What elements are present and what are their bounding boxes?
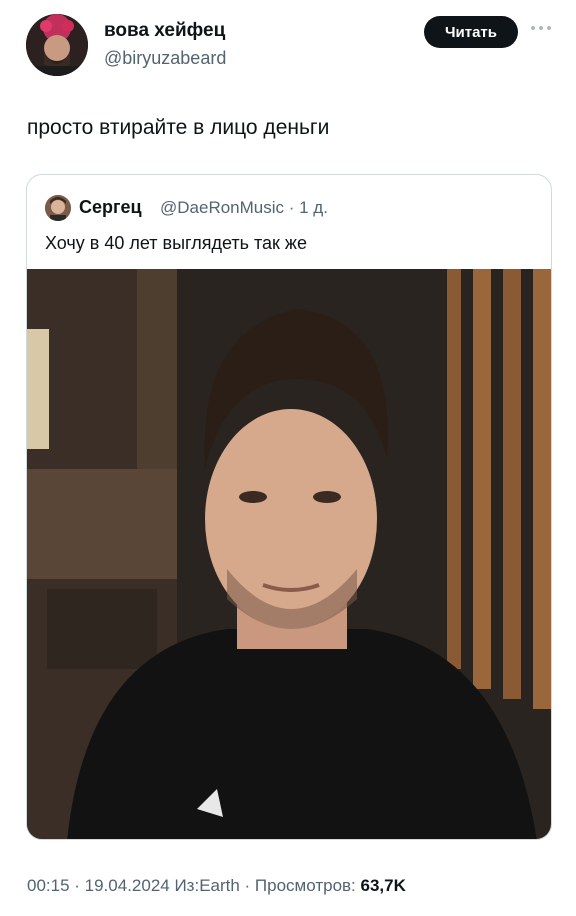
tweet-header: вова хейфец @biryuzabeard Читать (0, 0, 576, 90)
photo-portrait-icon[interactable] (27, 269, 551, 839)
author-handle[interactable]: @biryuzabeard (104, 48, 226, 69)
view-count: 63,7K (360, 876, 406, 895)
quoted-tweet-text: Хочу в 40 лет выглядеть так же (45, 233, 307, 253)
more-options-icon[interactable] (530, 24, 552, 32)
quoted-author-handle-time[interactable]: @DaeRonMusic · 1 д. (160, 198, 328, 218)
quoted-author-avatar-icon[interactable] (45, 195, 71, 221)
author-display-name[interactable]: вова хейфец (104, 20, 225, 42)
tweet-text: просто втирайте в лицо деньги (27, 116, 330, 139)
user-avatar-icon[interactable] (26, 14, 88, 76)
follow-button[interactable]: Читать (424, 16, 518, 48)
tweet-timestamp[interactable]: 00:15 · 19.04.2024 Из:Earth · Просмотров… (27, 876, 361, 895)
tweet-meta: 00:15 · 19.04.2024 Из:Earth · Просмотров… (27, 876, 406, 896)
quoted-tweet[interactable]: Сергец @DaeRonMusic · 1 д. Хочу в 40 лет… (26, 174, 552, 840)
quoted-author-name[interactable]: Сергец (79, 197, 142, 218)
